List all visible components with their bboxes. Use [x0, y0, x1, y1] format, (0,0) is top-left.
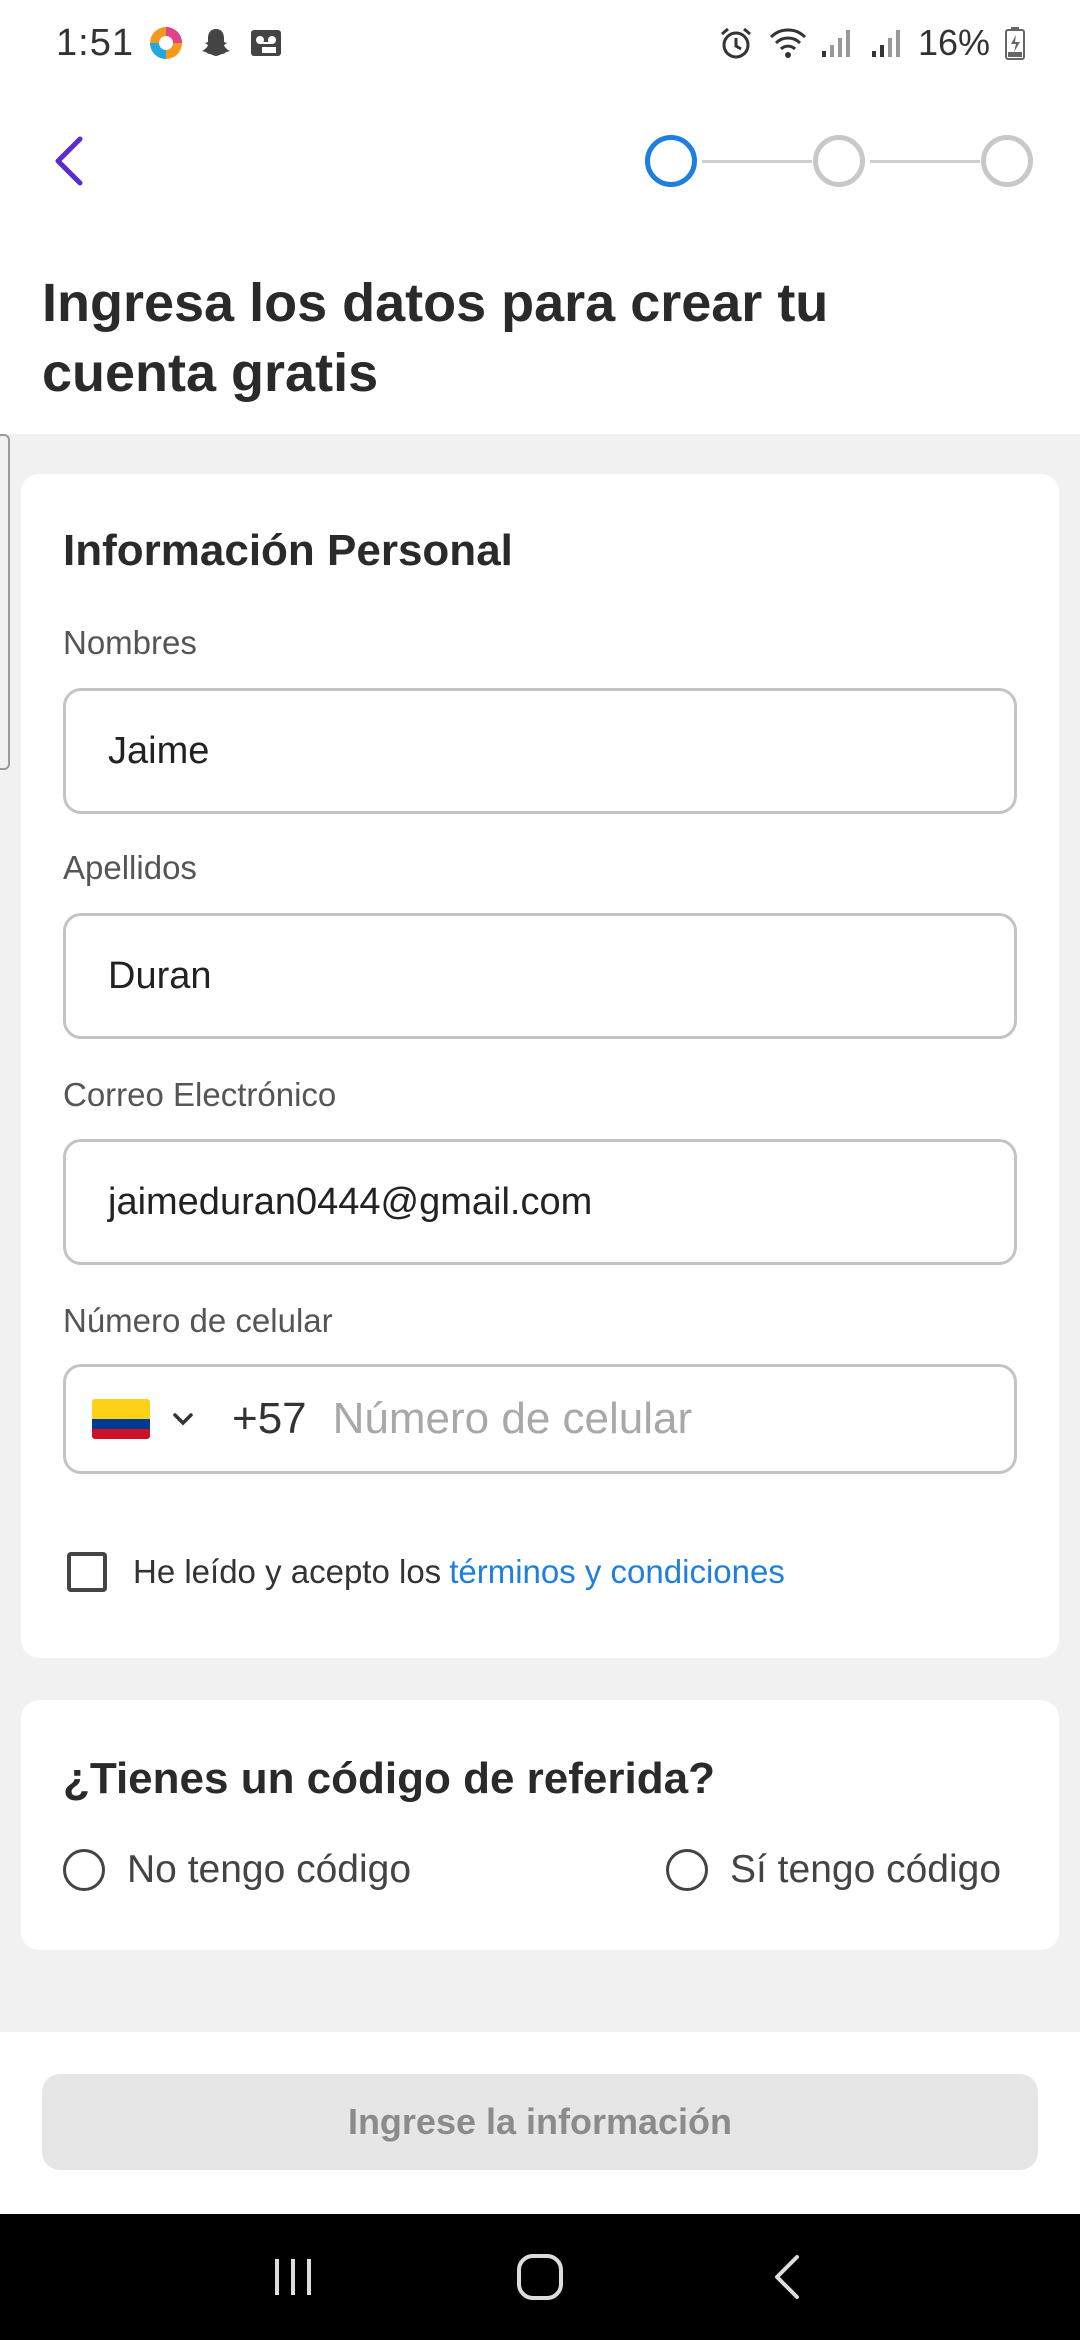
progress-stepper [645, 130, 1035, 192]
chevron-left-icon [55, 136, 83, 186]
step-connector [870, 160, 980, 163]
app-icon [148, 25, 184, 61]
referral-title: ¿Tienes un código de referida? [63, 1754, 715, 1803]
voicemail-icon [248, 25, 284, 61]
signal-icon [868, 25, 904, 61]
recent-apps-icon[interactable] [253, 2237, 333, 2317]
terms-checkbox[interactable] [67, 1552, 107, 1592]
radio-button[interactable] [63, 1849, 105, 1891]
section-title: Información Personal [63, 526, 513, 575]
battery-percent: 16% [917, 22, 990, 63]
edge-panel-handle[interactable] [0, 434, 10, 770]
last-name-field[interactable]: Duran [63, 913, 1017, 1039]
status-bar: 1:51 16% [0, 0, 1080, 86]
radio-label: No tengo código [127, 1848, 412, 1891]
back-icon[interactable] [747, 2237, 827, 2317]
first-name-field[interactable]: Jaime [63, 688, 1017, 814]
status-right: 16% [718, 22, 1026, 64]
radio-yes-code[interactable]: Sí tengo código [666, 1848, 1001, 1892]
radio-no-code[interactable]: No tengo código [63, 1848, 411, 1892]
signal-icon [818, 25, 854, 61]
step-2-indicator [813, 135, 865, 187]
step-1-indicator [645, 135, 697, 187]
alarm-icon [718, 25, 754, 61]
wifi-icon [768, 25, 806, 61]
battery-icon [1004, 25, 1026, 61]
last-name-value: Duran [108, 954, 212, 997]
snapchat-icon [198, 25, 234, 61]
terms-row: He leído y acepto los términos y condici… [67, 1552, 785, 1592]
step-connector [702, 160, 812, 163]
last-name-label: Apellidos [63, 849, 197, 886]
email-field[interactable]: jaimeduran0444@gmail.com [63, 1139, 1017, 1265]
step-3-indicator [981, 135, 1033, 187]
terms-link[interactable]: términos y condiciones [449, 1553, 785, 1591]
header: Ingresa los datos para crear tu cuenta g… [0, 86, 1080, 434]
status-left: 1:51 [56, 22, 284, 65]
radio-label: Sí tengo código [730, 1848, 1002, 1891]
email-value: jaimeduran0444@gmail.com [108, 1180, 593, 1223]
referral-card: ¿Tienes un código de referida? No tengo … [21, 1700, 1059, 1950]
personal-info-card: Información Personal Nombres Jaime Apell… [21, 474, 1059, 1658]
system-nav-bar [0, 2214, 1080, 2340]
bottom-action-area: Ingrese la información [0, 2032, 1080, 2214]
phone-input[interactable] [332, 1394, 973, 1444]
phone-field: +57 [63, 1364, 1017, 1474]
email-label: Correo Electrónico [63, 1076, 337, 1113]
submit-button[interactable]: Ingrese la información [42, 2074, 1038, 2170]
home-icon[interactable] [500, 2237, 580, 2317]
dial-code: +57 [232, 1394, 307, 1443]
terms-text: He leído y acepto los [133, 1553, 442, 1590]
page-title: Ingresa los datos para crear tu cuenta g… [42, 273, 829, 403]
back-button[interactable] [38, 126, 98, 196]
phone-label: Número de celular [63, 1302, 333, 1339]
radio-button[interactable] [666, 1849, 708, 1891]
first-name-value: Jaime [108, 729, 210, 772]
chevron-down-icon[interactable] [168, 1404, 198, 1434]
status-time: 1:51 [56, 21, 134, 64]
colombia-flag-icon[interactable] [92, 1399, 150, 1439]
first-name-label: Nombres [63, 624, 197, 661]
